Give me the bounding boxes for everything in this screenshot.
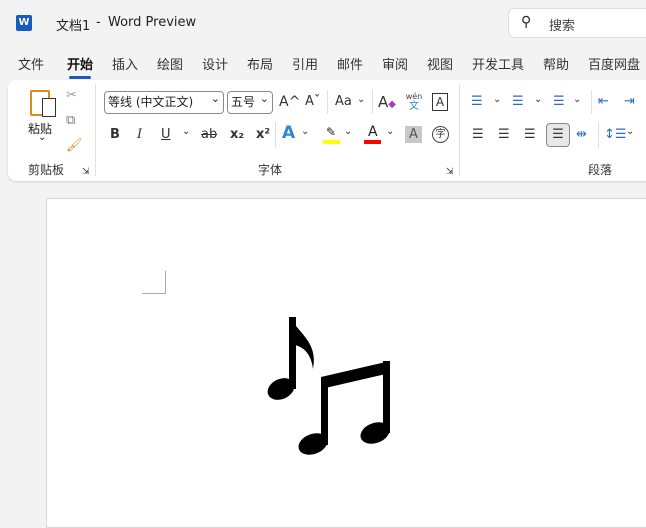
chevron-down-icon[interactable]: ⌄ [386, 122, 394, 142]
chevron-down-icon[interactable]: ⌄ [357, 90, 365, 110]
search-placeholder: 搜索 [549, 19, 576, 34]
chevron-down-icon[interactable]: ⌄ [573, 90, 581, 110]
bold-button[interactable]: B [110, 125, 120, 145]
tab-references[interactable]: 引用 [292, 54, 318, 73]
distributed-icon[interactable]: ⇹ [576, 125, 587, 145]
superscript-button[interactable]: x² [256, 125, 270, 145]
tab-layout[interactable]: 布局 [247, 54, 273, 73]
font-size-select[interactable]: 五号 [227, 88, 273, 114]
clipboard-group-label: 剪贴板 [28, 163, 65, 177]
grow-font-icon[interactable]: A^ [279, 92, 300, 112]
tab-view[interactable]: 视图 [427, 54, 453, 73]
line-spacing-icon[interactable]: ↕☰ [604, 125, 627, 145]
tab-insert[interactable]: 插入 [112, 54, 138, 73]
justify-icon[interactable]: ☰ [546, 123, 570, 147]
chevron-down-icon[interactable]: ⌄ [493, 90, 501, 110]
clear-formatting-icon[interactable]: A◆ [378, 92, 396, 115]
enclose-characters-button[interactable]: 字 [432, 126, 449, 143]
highlighter-icon: ✎ [326, 125, 337, 139]
paste-page-icon [42, 98, 56, 117]
document-name: 文档1 [56, 19, 91, 34]
underline-button[interactable]: U [161, 125, 171, 145]
text-effects-icon[interactable]: A [282, 123, 295, 143]
chevron-down-icon: ⌄ [38, 132, 47, 143]
tab-home[interactable]: 开始 [67, 54, 93, 79]
numbering-icon[interactable]: ☰ [512, 92, 524, 112]
search-box[interactable]: ⚲ 搜索 [508, 8, 646, 38]
title-bar: W 文档1 - Word Preview ⚲ 搜索 [0, 0, 646, 46]
margin-corner-mark [142, 271, 166, 294]
title-separator: - [96, 15, 101, 30]
tab-review[interactable]: 审阅 [382, 54, 408, 73]
multilevel-list-icon[interactable]: ☰ [553, 92, 565, 112]
italic-button[interactable]: I [137, 125, 142, 145]
chevron-down-icon[interactable]: ⌄ [626, 122, 634, 142]
strikethrough-button[interactable]: ab [201, 125, 217, 145]
dialog-launcher-icon[interactable]: ⇲ [446, 162, 454, 182]
chevron-down-icon[interactable]: ⌄ [301, 122, 309, 142]
font-color-button[interactable]: A [364, 124, 382, 144]
search-icon: ⚲ [521, 14, 532, 30]
align-right-icon[interactable]: ☰ [524, 125, 536, 145]
tab-developer[interactable]: 开发工具 [472, 54, 524, 73]
phonetic-char: 文 [409, 101, 419, 112]
subscript-button[interactable]: x₂ [230, 125, 244, 145]
bullets-icon[interactable]: ☰ [471, 92, 483, 112]
format-painter-icon[interactable]: 🖌 [66, 136, 83, 156]
highlight-color-swatch [323, 140, 340, 144]
chevron-down-icon[interactable]: ⌄ [182, 122, 190, 142]
font-name-select[interactable]: 等线 (中文正文) [104, 88, 224, 114]
decrease-indent-icon[interactable]: ⇤ [598, 92, 609, 112]
chevron-down-icon[interactable]: ⌄ [534, 90, 542, 110]
character-border-icon[interactable]: A [432, 93, 448, 111]
align-left-icon[interactable]: ☰ [472, 125, 484, 145]
chevron-down-icon[interactable]: ⌄ [344, 122, 352, 142]
tab-help[interactable]: 帮助 [543, 54, 569, 73]
paste-button[interactable]: 粘贴 ⌄ [24, 86, 60, 150]
music-notes-icon [267, 317, 390, 455]
word-logo-icon: W [16, 15, 32, 31]
font-group-label: 字体 [258, 163, 283, 177]
app-name: Word Preview [108, 15, 197, 30]
copy-icon[interactable]: ⧉ [66, 111, 75, 131]
phonetic-guide-icon[interactable]: wén 文 [404, 92, 424, 112]
font-color-swatch [364, 140, 381, 144]
tab-draw[interactable]: 绘图 [157, 54, 183, 73]
tab-mailings[interactable]: 邮件 [337, 54, 363, 73]
font-color-icon: A [368, 124, 378, 140]
highlight-color-button[interactable]: ✎ [323, 125, 341, 145]
tab-design[interactable]: 设计 [202, 54, 228, 73]
dialog-launcher-icon[interactable]: ⇲ [82, 162, 90, 182]
align-center-icon[interactable]: ☰ [498, 125, 510, 145]
document-page[interactable] [46, 198, 646, 528]
cut-icon[interactable]: ✂ [66, 86, 77, 106]
shrink-font-icon[interactable]: Aˇ [305, 92, 320, 112]
character-shading-button[interactable]: A [405, 126, 422, 143]
tab-file[interactable]: 文件 [18, 54, 44, 73]
paragraph-group-label: 段落 [588, 163, 613, 177]
change-case-button[interactable]: Aa [335, 92, 352, 112]
increase-indent-icon[interactable]: ⇥ [624, 92, 635, 112]
tab-baidu[interactable]: 百度网盘 [588, 54, 640, 73]
